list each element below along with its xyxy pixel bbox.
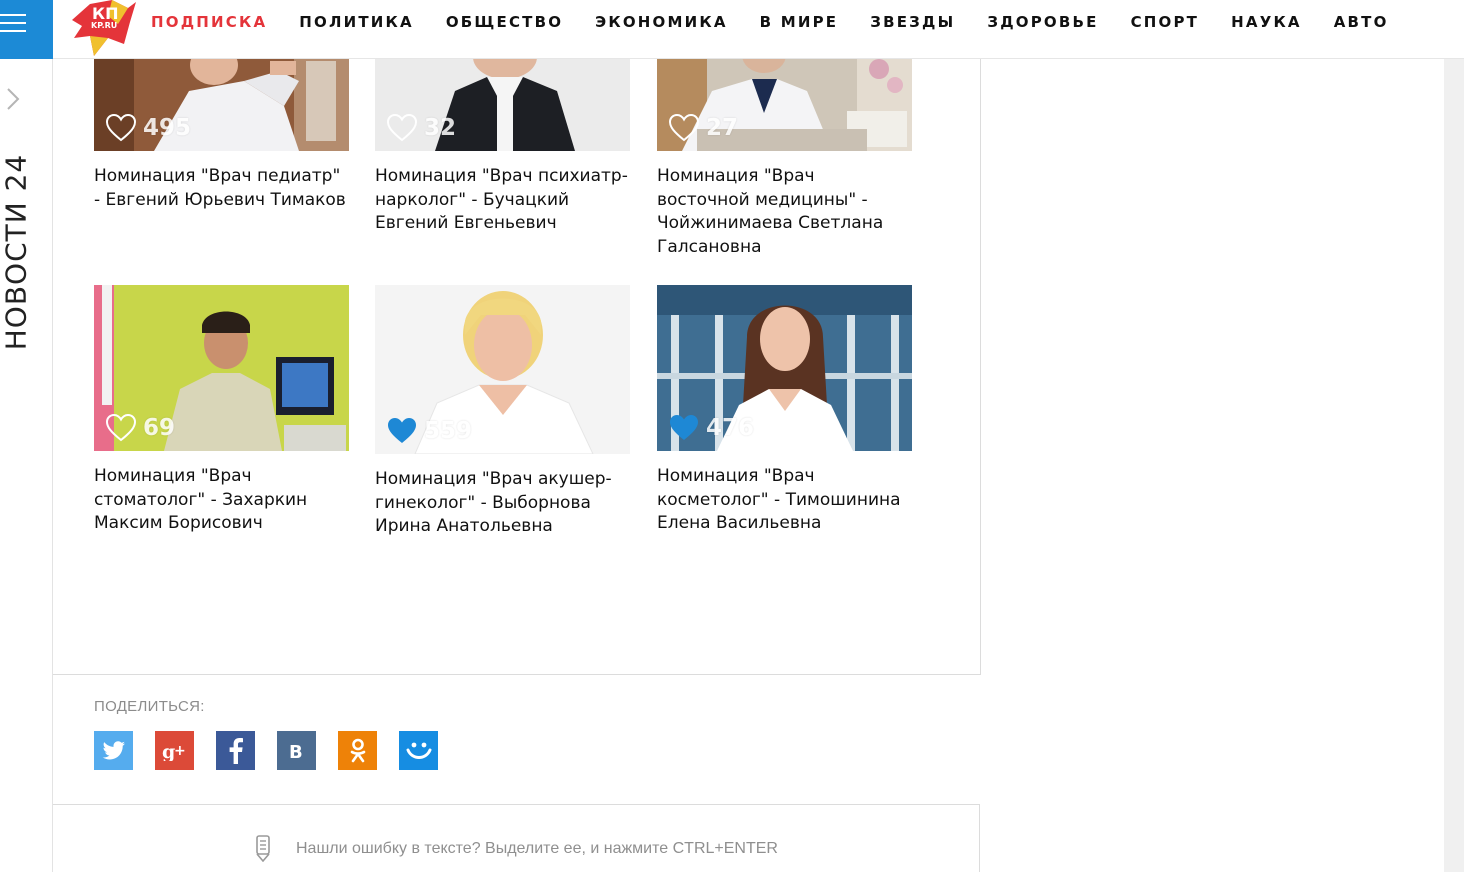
nav-item-auto[interactable]: АВТО xyxy=(1334,13,1389,31)
svg-text:+: + xyxy=(174,743,186,759)
nominee-photo[interactable]: 32 xyxy=(375,51,630,151)
nominee-photo[interactable]: 559 xyxy=(375,285,630,454)
nav-item-subscription[interactable]: ПОДПИСКА xyxy=(151,13,267,31)
nominee-card[interactable]: 32 Номинация "Врач психиатр-нарколог" - … xyxy=(375,51,630,236)
share-panel: ПОДЕЛИТЬСЯ: g + В xyxy=(53,675,980,805)
news24-title: НОВОСТИ 24 xyxy=(0,153,33,351)
error-report-text: Нашли ошибку в тексте? Выделите ее, и на… xyxy=(296,840,778,857)
nav-item-sport[interactable]: СПОРТ xyxy=(1131,13,1200,31)
share-buttons: g + В xyxy=(94,731,460,770)
like-button[interactable]: 559 xyxy=(386,416,472,446)
nav-item-health[interactable]: ЗДОРОВЬЕ xyxy=(987,13,1098,31)
like-count: 495 xyxy=(143,115,192,141)
chevron-right-icon[interactable] xyxy=(5,86,21,112)
nominee-card[interactable]: 495 Номинация "Врач педиатр" - Евгений Ю… xyxy=(94,51,349,212)
nominee-photo[interactable]: 27 xyxy=(657,51,912,151)
nominee-card[interactable]: 69 Номинация "Врач стоматолог" - Захарки… xyxy=(94,285,349,536)
menu-icon[interactable] xyxy=(0,0,53,59)
news24-toggle[interactable]: НОВОСТИ 24 xyxy=(0,142,33,362)
odnoklassniki-icon xyxy=(350,738,365,762)
heart-outline-icon xyxy=(105,113,137,142)
vk-icon: В xyxy=(289,742,303,761)
nominee-card[interactable]: 27 Номинация "Врач восточной медицины" -… xyxy=(657,51,912,259)
heart-filled-icon xyxy=(388,418,416,443)
heart-outline-icon xyxy=(105,413,137,442)
pencil-icon xyxy=(254,834,272,863)
vk-share-button[interactable]: В xyxy=(277,731,316,770)
nominee-caption[interactable]: Номинация "Врач акушер-гинеколог" - Выбо… xyxy=(375,468,630,539)
like-button[interactable]: 32 xyxy=(386,113,456,143)
nominees-gallery: 495 Номинация "Врач педиатр" - Евгений Ю… xyxy=(53,51,981,675)
nominee-caption[interactable]: Номинация "Врач восточной медицины" - Чо… xyxy=(657,165,912,259)
like-button[interactable]: 476 xyxy=(668,413,754,443)
nominee-card[interactable]: 476 Номинация "Врач косметолог" - Тимоши… xyxy=(657,285,912,536)
like-count: 69 xyxy=(143,415,176,441)
nominee-card[interactable]: 559 Номинация "Врач акушер-гинеколог" - … xyxy=(375,285,630,539)
nominee-caption[interactable]: Номинация "Врач психиатр-нарколог" - Буч… xyxy=(375,165,630,236)
site-header: КП KP.RU ПОДПИСКА ПОЛИТИКА ОБЩЕСТВО ЭКОН… xyxy=(53,0,1464,59)
like-button[interactable]: 27 xyxy=(668,113,738,143)
nominee-caption[interactable]: Номинация "Врач педиатр" - Евгений Юрьев… xyxy=(94,165,349,212)
like-count: 559 xyxy=(424,418,473,444)
heart-outline-icon xyxy=(668,113,700,142)
news24-sidebar: НОВОСТИ 24 xyxy=(0,0,53,872)
google-plus-icon: g + xyxy=(162,741,186,761)
nominee-caption[interactable]: Номинация "Врач косметолог" - Тимошинина… xyxy=(657,465,912,536)
menu-icon-bar xyxy=(0,14,26,16)
heart-filled-icon xyxy=(670,415,698,440)
moi-mir-icon xyxy=(406,742,431,759)
nominee-photo[interactable]: 476 xyxy=(657,285,912,451)
kp-logo[interactable]: КП KP.RU xyxy=(68,0,140,56)
error-report-hint: Нашли ошибку в тексте? Выделите ее, и на… xyxy=(53,805,980,872)
twitter-share-button[interactable] xyxy=(94,731,133,770)
facebook-icon xyxy=(229,737,243,764)
svg-text:В: В xyxy=(289,742,303,761)
twitter-icon xyxy=(102,740,125,759)
nav-item-politics[interactable]: ПОЛИТИКА xyxy=(299,13,414,31)
like-count: 476 xyxy=(706,415,755,441)
odnoklassniki-share-button[interactable] xyxy=(338,731,377,770)
like-count: 27 xyxy=(706,115,739,141)
menu-icon-bar xyxy=(0,30,26,32)
nav-item-science[interactable]: НАУКА xyxy=(1231,13,1302,31)
facebook-share-button[interactable] xyxy=(216,731,255,770)
like-button[interactable]: 495 xyxy=(105,113,191,143)
like-count: 32 xyxy=(424,115,457,141)
logo-text-bottom: KP.RU xyxy=(91,21,117,30)
nominee-caption[interactable]: Номинация "Врач стоматолог" - Захаркин М… xyxy=(94,465,349,536)
moi-mir-share-button[interactable] xyxy=(399,731,438,770)
page-scrollbar[interactable] xyxy=(1444,59,1464,872)
google-plus-share-button[interactable]: g + xyxy=(155,731,194,770)
nominee-photo[interactable]: 69 xyxy=(94,285,349,451)
nominee-photo[interactable]: 495 xyxy=(94,51,349,151)
main-nav: ПОДПИСКА ПОЛИТИКА ОБЩЕСТВО ЭКОНОМИКА В М… xyxy=(151,0,1421,44)
nav-item-economy[interactable]: ЭКОНОМИКА xyxy=(595,13,727,31)
heart-outline-icon xyxy=(386,113,418,142)
nav-item-society[interactable]: ОБЩЕСТВО xyxy=(446,13,563,31)
like-button[interactable]: 69 xyxy=(105,413,175,443)
menu-icon-bar xyxy=(0,22,26,24)
nav-item-stars[interactable]: ЗВЕЗДЫ xyxy=(870,13,955,31)
nav-item-world[interactable]: В МИРЕ xyxy=(760,13,839,31)
share-label: ПОДЕЛИТЬСЯ: xyxy=(94,698,205,715)
